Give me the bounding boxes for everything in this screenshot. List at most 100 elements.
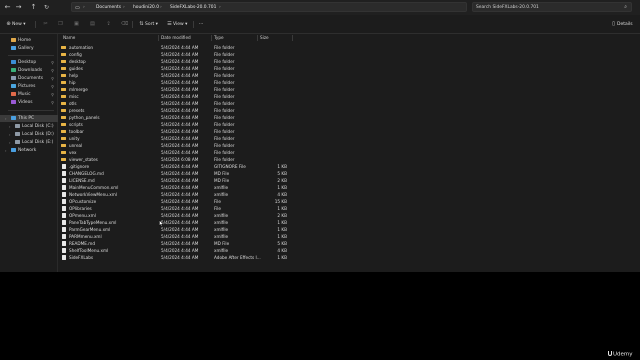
new-button[interactable]: ⊕New ▾: [5, 20, 25, 29]
folder-icon: [61, 94, 67, 99]
refresh-icon[interactable]: ↻: [42, 3, 51, 12]
sort-button[interactable]: ⇅Sort ▾: [138, 20, 158, 29]
file-row[interactable]: SideFXLabs 5/4/2024 4:44 AM Adobe After Ef…: [59, 254, 299, 261]
file-date: 5/4/2024 4:44 AM: [161, 150, 199, 155]
breadcrumb-sidefxlabs[interactable]: SideFXLabs-20.0.701: [170, 5, 216, 10]
address-bar[interactable]: ▭ › Documents › houdini20.0 › SideFXLabs…: [71, 2, 467, 12]
sidebar-item-label: Gallery: [18, 46, 34, 51]
file-row[interactable]: help 5/4/2024 4:44 AM File folder: [59, 72, 299, 79]
details-label: Details: [617, 22, 633, 27]
chevron-right-icon[interactable]: ›: [5, 115, 7, 122]
file-name: .gitignore: [69, 164, 90, 169]
file-row[interactable]: README.md 5/4/2024 4:44 AM MD File 5 KB: [59, 240, 299, 247]
command-bar: ⊕New ▾ ✂ ❐ ▣ ▤ ⇪ ⌫ ⇅Sort ▾ ☰View ▾ ··· ▯…: [0, 15, 640, 34]
column-header-size[interactable]: Size: [260, 35, 269, 40]
file-row[interactable]: ShelfToolMenu.xml 5/4/2024 4:44 AM xmlfile…: [59, 247, 299, 254]
folder-icon: [61, 157, 67, 162]
file-row[interactable]: presets 5/4/2024 4:44 AM File folder: [59, 107, 299, 114]
file-row[interactable]: PARMmenu.xml 5/4/2024 4:44 AM xmlfile 1 KB: [59, 233, 299, 240]
forward-arrow-icon[interactable]: →: [14, 3, 23, 12]
sidebar-item-network[interactable]: › Network: [0, 147, 58, 154]
sidebar-item-pictures[interactable]: Pictures ⚲: [0, 83, 58, 90]
file-row[interactable]: CHANGELOG.md 5/4/2024 4:44 AM MD File 5 KB: [59, 170, 299, 177]
file-row[interactable]: OPmenu.xml 5/4/2024 4:44 AM xmlfile 2 KB: [59, 212, 299, 219]
up-arrow-icon[interactable]: ↑: [29, 3, 38, 12]
file-row[interactable]: OPlibraries 5/4/2024 4:44 AM File 1 KB: [59, 205, 299, 212]
file-row[interactable]: hip 5/4/2024 4:44 AM File folder: [59, 79, 299, 86]
file-row[interactable]: automation 5/4/2024 4:44 AM File folder: [59, 44, 299, 51]
sidebar-item-this-pc[interactable]: › This PC: [0, 115, 58, 122]
sidebar-item-desktop[interactable]: Desktop ⚲: [0, 59, 58, 66]
file-row[interactable]: LICENSE.md 5/4/2024 4:44 AM MD File 2 KB: [59, 177, 299, 184]
file-row[interactable]: guides 5/4/2024 4:44 AM File folder: [59, 65, 299, 72]
chevron-right-icon[interactable]: ›: [9, 131, 11, 138]
file-icon: [61, 171, 66, 176]
search-box[interactable]: Search SideFXLabs-20.0.701 ⌕: [472, 2, 632, 12]
file-row[interactable]: OPcustomize 5/4/2024 4:44 AM File 15 KB: [59, 198, 299, 205]
cut-button[interactable]: ✂: [42, 20, 49, 29]
file-row[interactable]: NetworkViewMenu.xml 5/4/2024 4:44 AM xmlfi…: [59, 191, 299, 198]
file-row[interactable]: ParmGearMenu.xml 5/4/2024 4:44 AM xmlfile 1…: [59, 226, 299, 233]
folder-icon: [61, 66, 67, 71]
file-type: File folder: [214, 129, 235, 134]
copy-button[interactable]: ❐: [57, 20, 64, 29]
file-name: otls: [69, 101, 77, 106]
file-type: File folder: [214, 157, 235, 162]
file-row[interactable]: viewer_states 5/4/2024 6:08 AM File folder: [59, 156, 299, 163]
back-arrow-icon[interactable]: ←: [3, 3, 12, 12]
sidebar-item-videos[interactable]: Videos ⚲: [0, 99, 58, 106]
file-size: 1 KB: [277, 234, 287, 239]
watermark-text: Udemy: [613, 351, 633, 358]
file-size: 1 KB: [277, 185, 287, 190]
sidebar-item-home[interactable]: Home: [0, 37, 58, 44]
sidebar-item-gallery[interactable]: Gallery: [0, 45, 58, 52]
view-button[interactable]: ☰View ▾: [166, 20, 187, 29]
chevron-right-icon[interactable]: ›: [9, 123, 11, 130]
file-date: 5/4/2024 4:44 AM: [161, 171, 199, 176]
column-header-name[interactable]: Name: [63, 35, 75, 40]
file-name: README.md: [69, 241, 95, 246]
file-row[interactable]: unreal 5/4/2024 4:44 AM File folder: [59, 142, 299, 149]
file-row[interactable]: vex 5/4/2024 4:44 AM File folder: [59, 149, 299, 156]
delete-button[interactable]: ⌫: [121, 20, 128, 29]
sidebar-item-drive[interactable]: › Local Disk (E:): [0, 139, 58, 146]
sidebar-item-downloads[interactable]: Downloads ⚲: [0, 67, 58, 74]
chevron-right-icon[interactable]: ›: [5, 147, 7, 154]
file-size: 1 KB: [277, 227, 287, 232]
search-input[interactable]: Search SideFXLabs-20.0.701: [476, 5, 539, 10]
file-name: misc: [69, 94, 79, 99]
rename-button[interactable]: ▤: [89, 20, 96, 29]
breadcrumb-documents[interactable]: Documents: [96, 5, 121, 10]
file-row[interactable]: .gitignore 5/4/2024 4:44 AM GITIGNORE File…: [59, 163, 299, 170]
file-size: 1 KB: [277, 255, 287, 260]
file-date: 5/4/2024 4:44 AM: [161, 227, 199, 232]
sidebar-item-drive[interactable]: › Local Disk (C:): [0, 123, 58, 130]
divider: [132, 21, 133, 28]
file-row[interactable]: config 5/4/2024 4:44 AM File folder: [59, 51, 299, 58]
file-row[interactable]: MainMenuCommon.xml 5/4/2024 4:44 AM xmlfil…: [59, 184, 299, 191]
file-name: vex: [69, 150, 77, 155]
file-row[interactable]: otls 5/4/2024 4:44 AM File folder: [59, 100, 299, 107]
watermark: Udemy: [608, 351, 633, 358]
sidebar-item-music[interactable]: Music ⚲: [0, 91, 58, 98]
file-row[interactable]: mlmerge 5/4/2024 4:44 AM File folder: [59, 86, 299, 93]
file-row[interactable]: PaneTabTypeMenu.xml 5/4/2024 4:44 AM xmlfi…: [59, 219, 299, 226]
file-row[interactable]: python_panels 5/4/2024 4:44 AM File folder: [59, 114, 299, 121]
details-button[interactable]: ▯ Details: [610, 20, 633, 29]
share-button[interactable]: ⇪: [105, 20, 112, 29]
chevron-right-icon[interactable]: ›: [9, 139, 11, 146]
file-row[interactable]: unity 5/4/2024 4:44 AM File folder: [59, 135, 299, 142]
file-name: toolbar: [69, 129, 84, 134]
home-icon: [11, 37, 16, 42]
sidebar-item-documents[interactable]: Documents ⚲: [0, 75, 58, 82]
sidebar-item-drive[interactable]: › Local Disk (D:): [0, 131, 58, 138]
file-row[interactable]: scripts 5/4/2024 4:44 AM File folder: [59, 121, 299, 128]
file-row[interactable]: desktop 5/4/2024 4:44 AM File folder: [59, 58, 299, 65]
breadcrumb-houdini[interactable]: houdini20.0: [133, 5, 159, 10]
file-row[interactable]: toolbar 5/4/2024 4:44 AM File folder: [59, 128, 299, 135]
column-header-date[interactable]: Date modified: [161, 35, 191, 40]
file-row[interactable]: misc 5/4/2024 4:44 AM File folder: [59, 93, 299, 100]
paste-button[interactable]: ▣: [73, 20, 80, 29]
more-options-button[interactable]: ···: [199, 20, 203, 29]
column-header-type[interactable]: Type: [214, 35, 224, 40]
